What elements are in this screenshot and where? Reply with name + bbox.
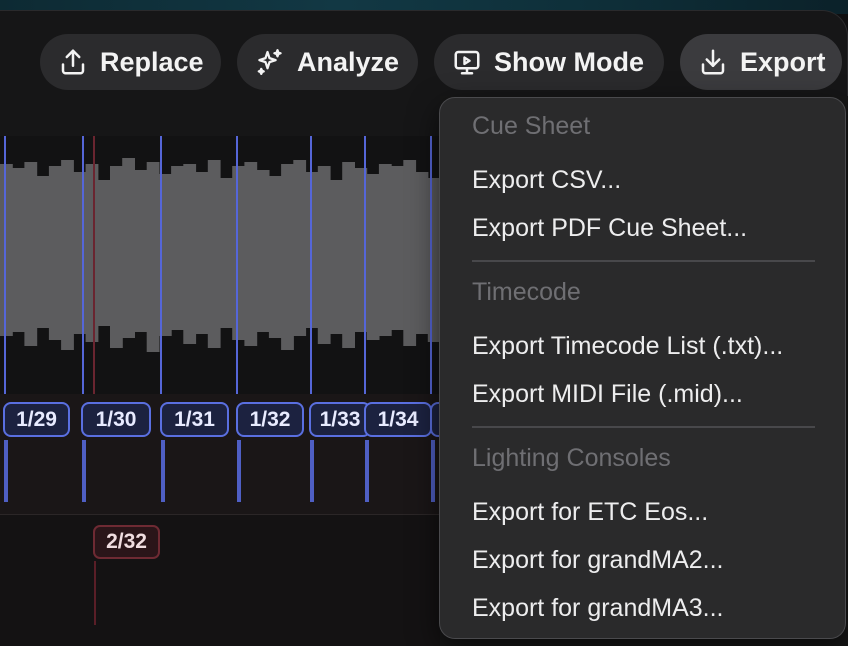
waveform-bar (61, 160, 74, 350)
waveform-bar (207, 160, 221, 348)
waveform-bar (391, 166, 404, 330)
analyze-button[interactable]: Analyze (237, 34, 418, 90)
cue-line-red (93, 136, 95, 394)
waveform-bar (134, 170, 148, 332)
presentation-icon (452, 47, 482, 77)
cue-marker-stem (161, 440, 165, 502)
cue-marker-stem (365, 440, 369, 502)
menu-item[interactable]: Export Timecode List (.txt)... (456, 324, 830, 368)
cue-line (236, 136, 238, 394)
menu-section-title: Cue Sheet (472, 112, 591, 140)
waveform-bar (330, 180, 343, 334)
waveform-bar (110, 166, 123, 348)
waveform-bar (281, 164, 294, 350)
cue-marker-label: 1/31 (174, 407, 215, 431)
waveform-bar (48, 166, 62, 340)
menu-item[interactable]: Export for grandMA2... (456, 538, 830, 582)
sparkles-icon (255, 47, 285, 77)
cue-marker-label: 1/32 (249, 407, 291, 431)
cue-line (160, 136, 162, 394)
cue-marker-stem (82, 440, 86, 502)
cue-marker[interactable]: 1/34 (364, 402, 432, 437)
cue-marker-track[interactable]: 1/29 1/30 1/31 1/32 1/33 1/34 (0, 394, 440, 514)
waveform-bar (24, 162, 38, 346)
waveform-bar (256, 170, 270, 332)
waveform-bar (97, 180, 111, 326)
download-icon (698, 47, 728, 77)
waveform-bar (85, 164, 99, 342)
secondary-cue-track[interactable]: 2/32 (0, 514, 440, 646)
replace-button[interactable]: Replace (40, 34, 221, 90)
cue-marker-red-label: 2/32 (106, 530, 147, 553)
cue-marker-stem (237, 440, 241, 502)
waveform-bar (317, 166, 331, 344)
cue-line (430, 136, 432, 394)
menu-item[interactable]: Export CSV... (456, 158, 830, 202)
menu-separator (472, 426, 815, 428)
cue-marker[interactable]: 1/29 (3, 402, 70, 437)
waveform-bar (183, 164, 197, 344)
waveform-bar (378, 164, 392, 336)
cue-marker[interactable]: 1/32 (236, 402, 304, 437)
show-mode-button[interactable]: Show Mode (434, 34, 664, 90)
cue-marker-label: 1/34 (377, 407, 419, 431)
cue-marker-label: 1/33 (319, 407, 361, 431)
upload-icon (58, 47, 88, 77)
cue-line (82, 136, 84, 394)
cue-line (4, 136, 6, 394)
waveform-bar (36, 176, 50, 328)
waveform-bar (244, 162, 258, 346)
waveform-bar (403, 160, 417, 346)
waveform-bar (220, 178, 233, 328)
menu-item[interactable]: Export for ETC Eos... (456, 490, 830, 534)
waveform-bar (195, 172, 209, 334)
cue-marker-stem (310, 440, 314, 502)
cue-line (364, 136, 366, 394)
cue-marker-stem (431, 440, 435, 502)
cue-marker-red[interactable]: 2/32 (93, 525, 160, 559)
cue-marker-label: 1/29 (16, 407, 57, 431)
toolbar: Replace Analyze Show Mode Export (40, 34, 842, 90)
replace-label: Replace (100, 46, 204, 77)
waveform-bar (12, 168, 25, 332)
waveform-bar (73, 172, 87, 334)
cue-line (310, 136, 312, 394)
waveform-bar (342, 162, 355, 348)
cue-marker[interactable]: 1/31 (160, 402, 229, 437)
show-mode-label: Show Mode (494, 46, 644, 77)
cue-marker[interactable]: 1/33 (309, 402, 371, 437)
menu-item[interactable]: Export MIDI File (.mid)... (456, 372, 830, 416)
waveform-bar (415, 172, 429, 334)
menu-item[interactable]: Export for grandMA3... (456, 586, 830, 630)
waveform (0, 136, 440, 394)
export-dropdown-menu: Cue Sheet Export CSV... Export PDF Cue She… (439, 97, 846, 639)
cue-marker-stem (4, 440, 8, 502)
waveform-bar (0, 164, 13, 336)
waveform-bar (232, 166, 245, 340)
menu-item[interactable]: Export PDF Cue Sheet... (456, 206, 830, 250)
cue-marker-label: 1/30 (95, 407, 137, 431)
waveform-bar (146, 162, 160, 352)
cue-marker-red-stem (94, 561, 96, 625)
waveform-bar (122, 158, 135, 338)
cue-marker[interactable]: 1/30 (81, 402, 151, 437)
waveform-bar (268, 176, 282, 338)
export-label: Export (740, 46, 826, 77)
menu-section-title: Lighting Consoles (472, 444, 671, 472)
export-button[interactable]: Export (680, 34, 842, 90)
waveform-bar (366, 174, 380, 340)
menu-separator (472, 260, 815, 262)
waveform-bars (0, 158, 440, 352)
waveform-bar (293, 160, 307, 336)
menu-section-title: Timecode (472, 278, 581, 306)
waveform-view[interactable] (0, 136, 440, 394)
waveform-bar (171, 166, 184, 330)
analyze-label: Analyze (297, 46, 400, 77)
